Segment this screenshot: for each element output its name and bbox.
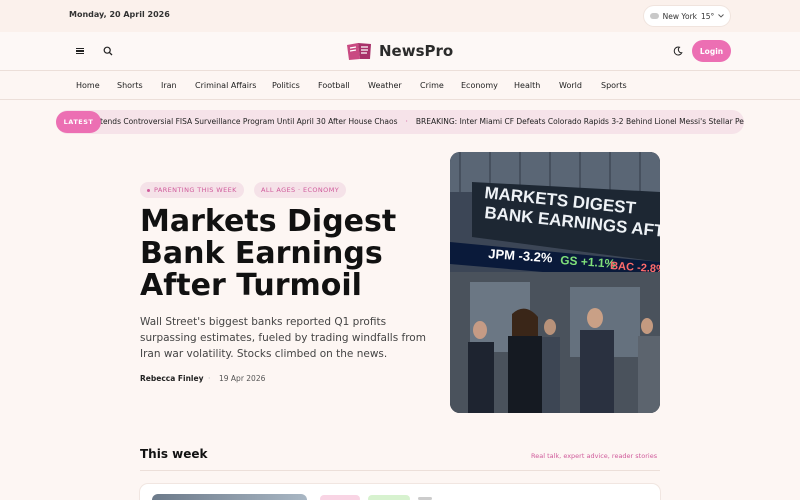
weather-temp: 15°	[701, 11, 715, 21]
top-bar: Monday, 20 April 2026 New York 15°	[0, 0, 800, 32]
chevron-down-icon	[718, 14, 725, 18]
main-navigation: Home Shorts Iran Criminal Affairs Politi…	[0, 72, 800, 100]
weather-widget[interactable]: New York 15°	[644, 6, 730, 26]
section-divider	[140, 470, 660, 471]
hero-image[interactable]: MARKETS DIGEST BANK EARNINGS AFTER TURM …	[450, 152, 660, 413]
hero-tag-category[interactable]: PARENTING THIS WEEK	[140, 182, 244, 198]
brand-name: NewsPro	[379, 42, 454, 60]
section-subtitle-link[interactable]: Real talk, expert advice, reader stories	[531, 452, 657, 460]
newspaper-logo-icon	[347, 43, 371, 60]
hero-author[interactable]: Rebecca Finley	[140, 374, 203, 383]
nav-item-health[interactable]: Health	[514, 81, 540, 90]
nav-item-crime[interactable]: Crime	[420, 81, 444, 90]
ticker-separator: ·	[405, 117, 408, 126]
article-card-tag	[368, 495, 410, 500]
moon-icon[interactable]	[670, 43, 686, 59]
hero-tag-section-label: ALL AGES · ECONOMY	[261, 186, 340, 194]
nav-item-iran[interactable]: Iran	[161, 81, 177, 90]
hero-tag-category-label: PARENTING THIS WEEK	[154, 186, 237, 194]
article-card-tag	[320, 495, 360, 500]
nav-item-football[interactable]: Football	[318, 81, 350, 90]
ticker-item[interactable]: BREAKING: Inter Miami CF Defeats Colorad…	[416, 117, 744, 126]
nav-item-world[interactable]: World	[559, 81, 582, 90]
nav-item-home[interactable]: Home	[76, 81, 100, 90]
menu-icon[interactable]	[72, 43, 88, 59]
nav-item-politics[interactable]: Politics	[272, 81, 300, 90]
news-ticker[interactable]: tends Controversial FISA Surveillance Pr…	[56, 110, 744, 134]
hero-tag-section[interactable]: ALL AGES · ECONOMY	[254, 182, 347, 198]
current-date: Monday, 20 April 2026	[69, 10, 170, 19]
nav-item-weather[interactable]: Weather	[368, 81, 402, 90]
nav-item-shorts[interactable]: Shorts	[117, 81, 143, 90]
login-button[interactable]: Login	[692, 40, 731, 62]
nav-item-sports[interactable]: Sports	[601, 81, 627, 90]
ticker-item[interactable]: tends Controversial FISA Surveillance Pr…	[100, 117, 397, 126]
weather-city: New York	[662, 11, 698, 21]
article-card[interactable]	[140, 484, 660, 500]
site-logo[interactable]: NewsPro	[345, 40, 453, 62]
article-card-thumbnail	[152, 494, 307, 500]
site-header: NewsPro Login	[0, 32, 800, 71]
hero-summary: Wall Street's biggest banks reported Q1 …	[140, 316, 426, 360]
tag-dot-icon	[147, 188, 150, 192]
section-title: This week	[140, 447, 208, 461]
search-icon[interactable]	[100, 43, 116, 59]
hero-date: 19 Apr 2026	[219, 374, 266, 383]
meta-separator: ·	[208, 374, 211, 383]
latest-badge: LATEST	[56, 111, 101, 133]
ticker-track: tends Controversial FISA Surveillance Pr…	[100, 117, 744, 126]
nav-item-criminal-affairs[interactable]: Criminal Affairs	[195, 81, 256, 90]
hero-headline[interactable]: Markets Digest Bank Earnings After Turmo…	[140, 206, 440, 302]
nav-item-economy[interactable]: Economy	[461, 81, 498, 90]
cloud-icon	[649, 13, 659, 19]
